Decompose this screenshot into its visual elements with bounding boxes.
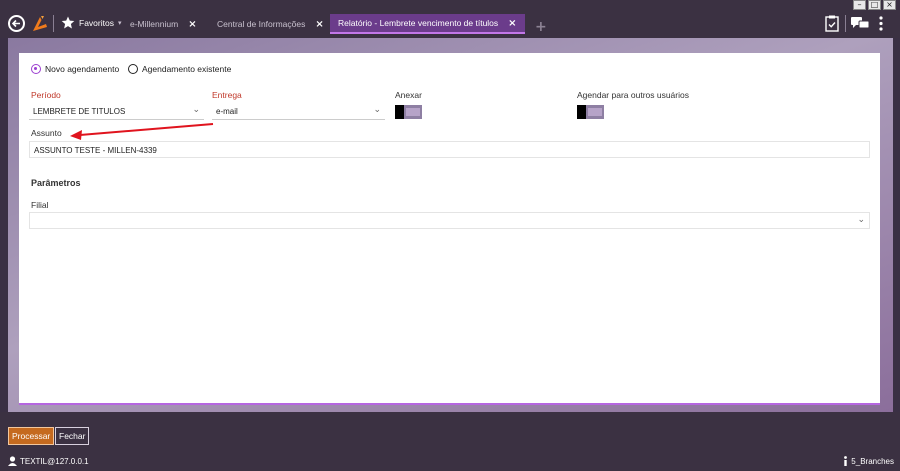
chevron-down-icon: ⌄ bbox=[373, 105, 381, 115]
filial-label: Filial bbox=[31, 200, 49, 210]
chat-icon[interactable] bbox=[851, 17, 869, 30]
tab-relatorio-lembrete[interactable]: Relatório - Lembrete vencimento de títul… bbox=[330, 14, 525, 34]
assunto-label: Assunto bbox=[31, 128, 62, 138]
tab-central-informacoes[interactable]: Central de Informações × bbox=[209, 14, 332, 34]
chevron-down-icon: ⌄ bbox=[857, 215, 865, 225]
connection-status: TEXTIL@127.0.0.1 bbox=[8, 456, 89, 466]
more-vertical-icon[interactable] bbox=[879, 16, 883, 31]
radio-label: Agendamento existente bbox=[142, 64, 232, 74]
window-controls: – □ × bbox=[853, 0, 896, 10]
anexar-label: Anexar bbox=[395, 90, 422, 100]
assunto-value: ASSUNTO TESTE - MILLEN-4339 bbox=[34, 146, 157, 155]
app-logo-icon bbox=[33, 16, 47, 31]
agendar-outros-label: Agendar para outros usuários bbox=[577, 90, 689, 100]
tab-e-millennium[interactable]: e-Millennium × bbox=[122, 14, 205, 34]
radio-unselected-icon bbox=[128, 64, 138, 74]
radio-existing-schedule[interactable]: Agendamento existente bbox=[128, 64, 231, 74]
close-button[interactable]: Fechar bbox=[55, 427, 90, 445]
radio-selected-icon bbox=[31, 64, 41, 74]
entrega-select[interactable]: e-mail ⌄ bbox=[212, 103, 385, 120]
anexar-toggle[interactable] bbox=[395, 105, 422, 119]
divider bbox=[845, 15, 846, 32]
tab-label: Central de Informações bbox=[217, 19, 306, 29]
process-button[interactable]: Processar bbox=[8, 427, 55, 445]
minimize-button[interactable]: – bbox=[853, 0, 866, 10]
tab-label: e-Millennium bbox=[130, 19, 179, 29]
close-tab-icon[interactable]: × bbox=[315, 19, 323, 30]
entrega-label: Entrega bbox=[212, 90, 242, 100]
info-icon bbox=[844, 456, 848, 466]
toggle-track bbox=[588, 108, 602, 116]
clipboard-check-icon[interactable] bbox=[825, 15, 839, 32]
back-icon[interactable] bbox=[8, 15, 25, 32]
agendar-outros-toggle[interactable] bbox=[577, 105, 604, 119]
radio-label: Novo agendamento bbox=[45, 64, 120, 74]
entrega-value: e-mail bbox=[216, 107, 238, 116]
branches-status: 5_Branches bbox=[843, 456, 894, 466]
user-host: TEXTIL@127.0.0.1 bbox=[20, 456, 89, 466]
close-tab-icon[interactable]: × bbox=[188, 19, 196, 30]
toggle-track bbox=[406, 108, 420, 116]
star-icon bbox=[61, 16, 75, 29]
chevron-down-icon: ⌄ bbox=[192, 105, 200, 115]
periodo-value: LEMBRETE DE TITULOS bbox=[33, 107, 126, 116]
user-icon bbox=[8, 456, 17, 466]
branches-label: 5_Branches bbox=[851, 456, 894, 466]
filial-select[interactable]: ⌄ bbox=[29, 212, 870, 229]
maximize-button[interactable]: □ bbox=[868, 0, 881, 10]
favorites-label: Favoritos bbox=[79, 17, 114, 28]
radio-new-schedule[interactable]: Novo agendamento bbox=[31, 64, 119, 74]
divider bbox=[53, 15, 54, 32]
add-tab-button[interactable]: + bbox=[535, 19, 547, 35]
footer-bar bbox=[0, 412, 900, 471]
tab-label: Relatório - Lembrete vencimento de títul… bbox=[338, 18, 499, 28]
chevron-down-icon: ▾ bbox=[117, 19, 122, 27]
close-window-button[interactable]: × bbox=[883, 0, 896, 10]
parametros-title: Parâmetros bbox=[31, 178, 81, 188]
periodo-select[interactable]: LEMBRETE DE TITULOS ⌄ bbox=[29, 103, 204, 120]
toggle-knob bbox=[577, 105, 586, 119]
favorites-menu[interactable]: Favoritos ▾ bbox=[61, 16, 121, 29]
toggle-knob bbox=[395, 105, 404, 119]
assunto-input[interactable]: ASSUNTO TESTE - MILLEN-4339 bbox=[29, 141, 870, 158]
close-tab-icon[interactable]: × bbox=[508, 18, 516, 29]
periodo-label: Período bbox=[31, 90, 61, 100]
